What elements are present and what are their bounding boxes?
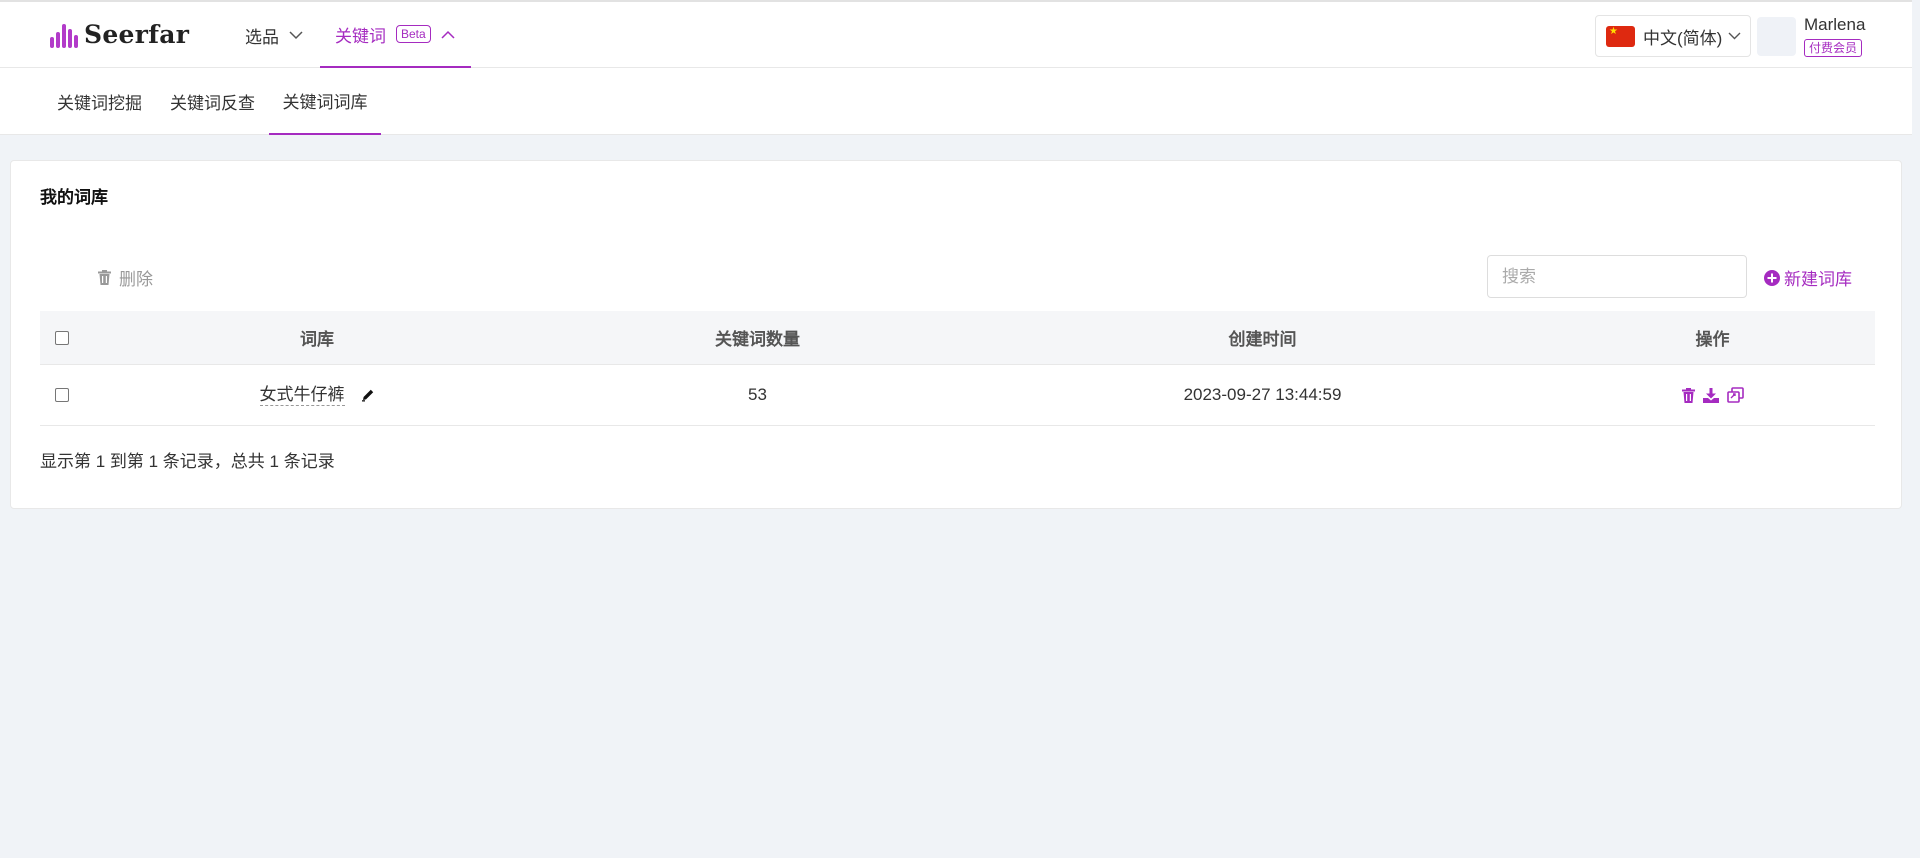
tab-keyword-reverse[interactable]: 关键词反查	[170, 68, 255, 135]
pagination-summary: 显示第 1 到第 1 条记录，总共 1 条记录	[40, 452, 335, 471]
tab-label: 关键词词库	[282, 93, 368, 112]
member-badge: 付费会员	[1804, 39, 1863, 57]
column-header-actions: 操作	[1695, 330, 1730, 349]
table-row: 女式牛仔裤 53 2023-09-27 13:44:59	[40, 365, 1875, 426]
language-selector[interactable]: ★ 中文(简体)	[1595, 15, 1751, 57]
trash-icon[interactable]	[1681, 387, 1695, 403]
sub-navbar: 关键词挖掘 关键词反查 关键词词库	[0, 68, 1912, 135]
nav-item-xuanpin[interactable]: 选品	[245, 2, 303, 68]
select-all-checkbox[interactable]	[55, 330, 69, 345]
language-label: 中文(简体)	[1643, 28, 1723, 48]
column-header-library[interactable]: 词库	[84, 311, 550, 364]
seerfar-logo[interactable]: Seerfar	[50, 20, 189, 49]
keyword-count-cell: 53	[748, 385, 767, 404]
tab-label: 关键词反查	[170, 94, 255, 113]
pencil-icon[interactable]	[361, 388, 375, 402]
row-checkbox[interactable]	[55, 388, 69, 402]
logo-bars-icon	[50, 22, 78, 48]
trash-icon	[98, 270, 111, 285]
nav-item-keyword[interactable]: 关键词 Beta	[320, 2, 471, 68]
beta-badge: Beta	[396, 25, 431, 43]
tab-label: 关键词挖掘	[57, 94, 142, 113]
delete-label: 删除	[119, 270, 153, 289]
top-navbar: Seerfar 选品 关键词 Beta ★ 中文(简体) Marlena 付费会…	[0, 0, 1912, 68]
logo-text: Seerfar	[84, 20, 190, 49]
user-name[interactable]: Marlena	[1804, 15, 1865, 35]
library-card: 我的词库 删除 新建词库 词库 关键词数量 创建时间 操作 女式牛仔裤	[10, 160, 1902, 509]
delete-button[interactable]: 删除	[98, 265, 153, 290]
chevron-up-icon	[441, 30, 455, 39]
chevron-down-icon	[289, 30, 303, 40]
nav-item-label: 关键词	[335, 26, 386, 46]
row-select-cell	[40, 365, 84, 425]
created-time-cell: 2023-09-27 13:44:59	[1183, 385, 1342, 404]
select-all-cell	[40, 311, 84, 364]
library-name[interactable]: 女式牛仔裤	[259, 385, 345, 406]
table-header: 词库 关键词数量 创建时间 操作	[40, 311, 1875, 365]
avatar[interactable]	[1757, 17, 1796, 56]
tab-keyword-mining[interactable]: 关键词挖掘	[57, 68, 142, 135]
new-library-label: 新建词库	[1784, 270, 1852, 289]
column-header-created-time[interactable]: 创建时间	[965, 311, 1560, 364]
search-input[interactable]	[1487, 255, 1747, 298]
page-title: 我的词库	[40, 188, 108, 207]
column-header-keyword-count[interactable]: 关键词数量	[550, 311, 965, 364]
download-icon[interactable]	[1702, 387, 1719, 403]
chevron-down-icon	[1728, 32, 1741, 40]
nav-item-label: 选品	[245, 27, 279, 47]
plus-circle-icon	[1764, 269, 1780, 286]
copy-icon[interactable]	[1726, 387, 1744, 403]
tab-keyword-library[interactable]: 关键词词库	[269, 68, 381, 135]
actions-cell	[1560, 365, 1865, 425]
library-name-cell: 女式牛仔裤	[84, 365, 550, 425]
china-flag-icon: ★	[1606, 25, 1635, 47]
new-library-button[interactable]: 新建词库	[1764, 265, 1852, 290]
